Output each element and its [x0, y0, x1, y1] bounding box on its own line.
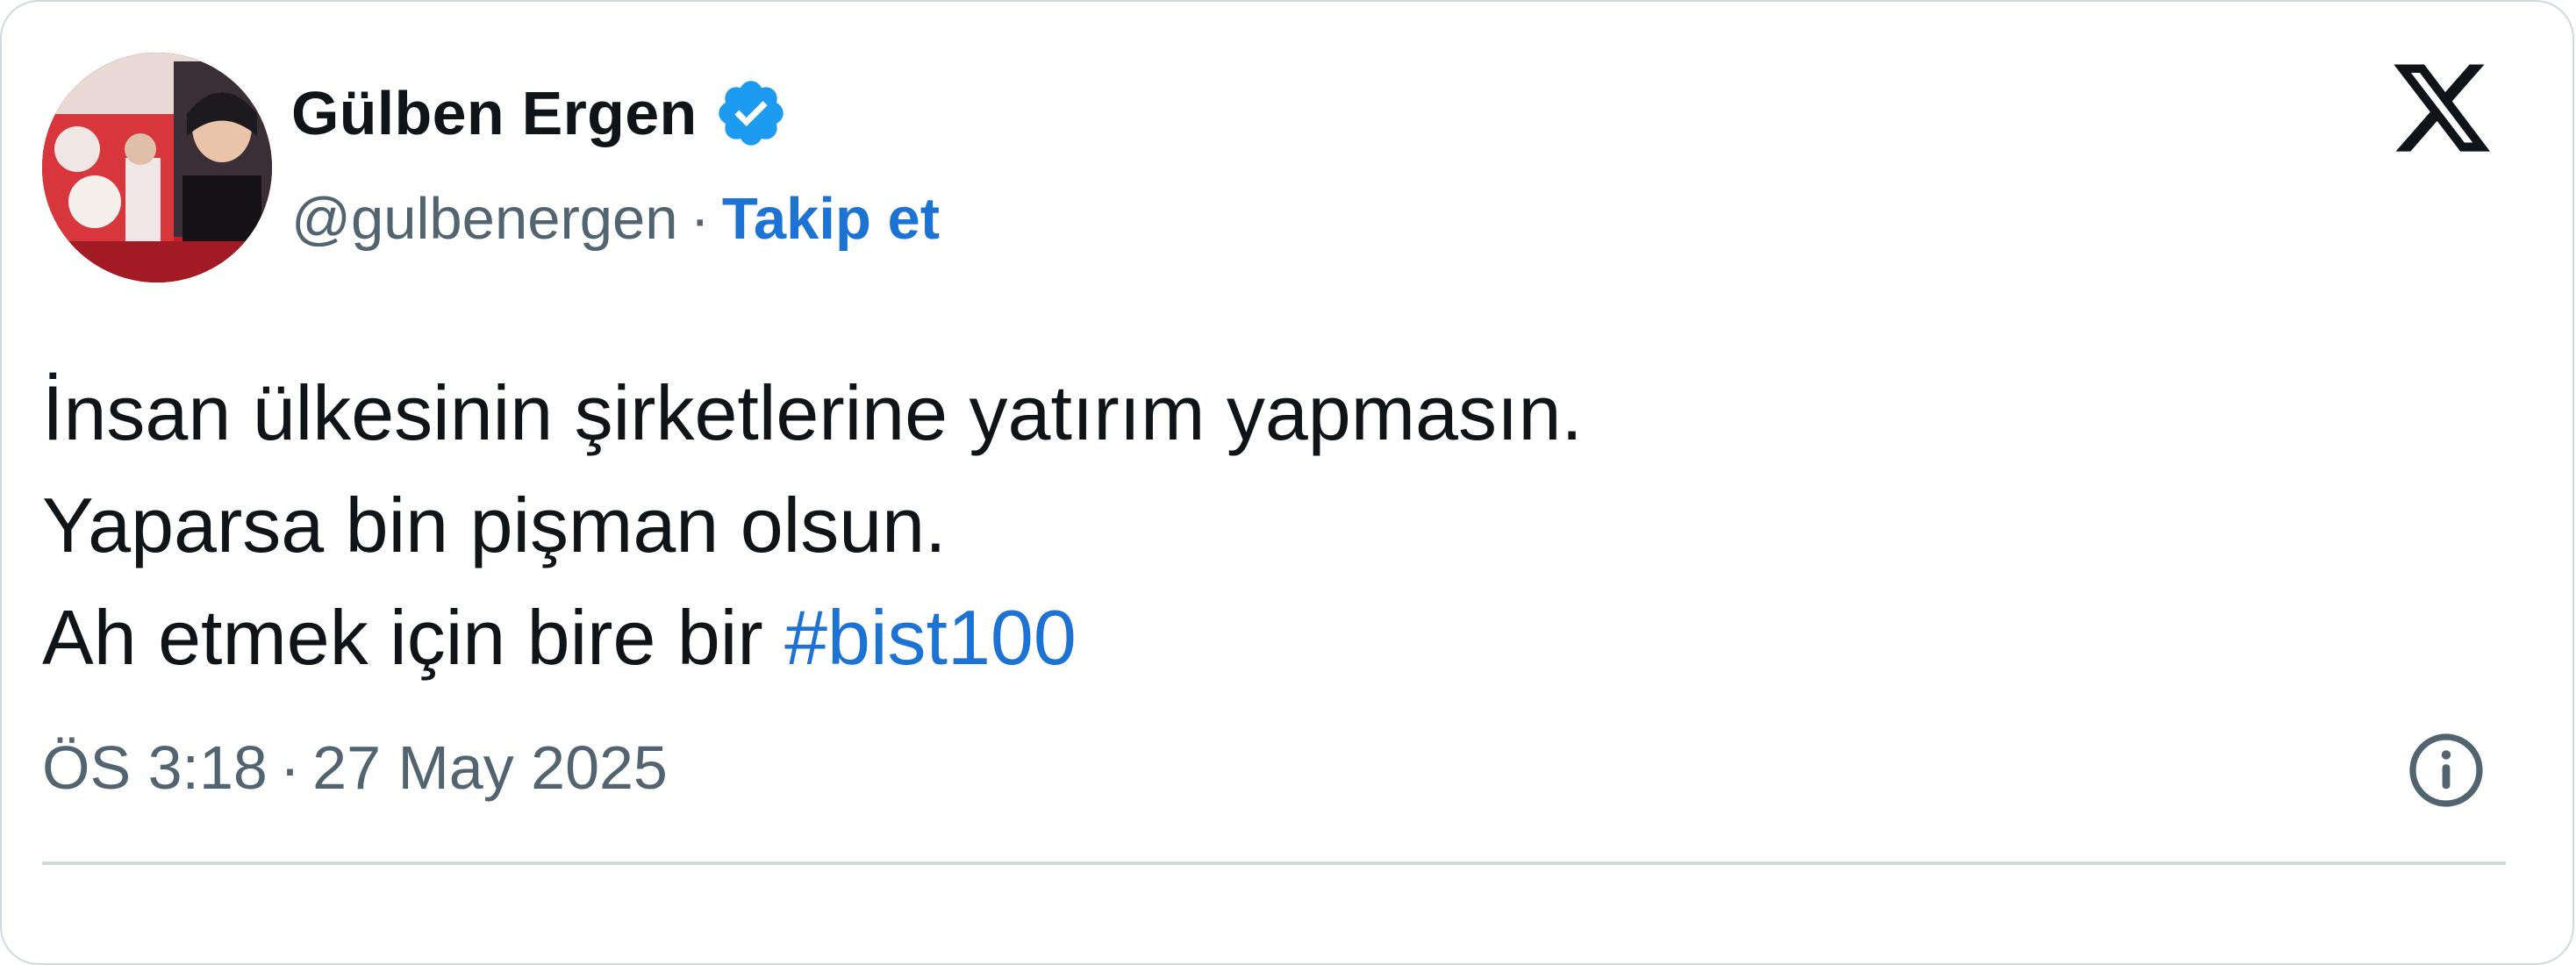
- tweet-text: İnsan ülkesinin şirketlerine yatırım yap…: [42, 357, 2499, 694]
- avatar-image: [42, 53, 272, 282]
- tweet-line-2: Yaparsa bin pişman olsun.: [42, 482, 947, 568]
- hashtag-link[interactable]: #bist100: [784, 594, 1077, 681]
- verified-badge-icon: [718, 81, 784, 146]
- author-name[interactable]: Gülben Ergen: [291, 82, 698, 144]
- info-icon[interactable]: [2404, 728, 2488, 812]
- tweet-line-3-text: Ah etmek için bire bir: [42, 594, 785, 681]
- timestamp-separator: ·: [279, 733, 301, 802]
- tweet-line-3: Ah etmek için bire bir #bist100: [42, 582, 2499, 694]
- separator-dot: ·: [690, 186, 710, 252]
- timestamp-row[interactable]: ÖS 3:18 · 27 May 2025: [42, 737, 668, 798]
- tweet-time: ÖS 3:18: [42, 733, 268, 802]
- author-row: Gülben Ergen: [291, 75, 789, 151]
- tweet-line-1: İnsan ülkesinin şirketlerine yatırım yap…: [42, 369, 1583, 456]
- avatar[interactable]: [42, 53, 272, 282]
- divider: [42, 861, 2506, 865]
- follow-button[interactable]: Takip et: [722, 189, 940, 248]
- author-handle[interactable]: @gulbenergen: [291, 189, 678, 248]
- handle-row: @gulbenergen · Takip et: [291, 189, 940, 248]
- x-logo-icon[interactable]: [2388, 54, 2495, 161]
- tweet-card: Gülben Ergen @gulbenergen · Takip et İns…: [0, 0, 2574, 965]
- tweet-date: 27 May 2025: [312, 733, 668, 802]
